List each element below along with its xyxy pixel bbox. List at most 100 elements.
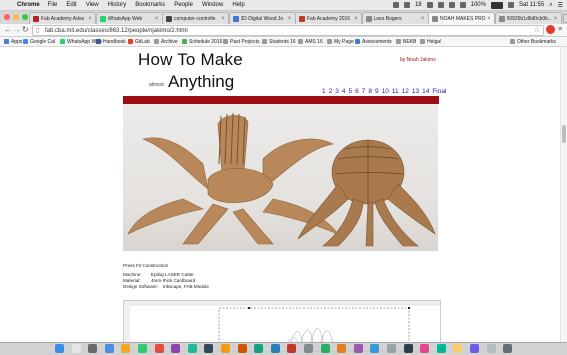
notification-center-icon[interactable]: ☰ <box>558 2 563 9</box>
bookmark-item[interactable]: GitLab <box>128 38 150 45</box>
close-tab-icon[interactable]: × <box>87 16 93 22</box>
clock[interactable]: Sat 11:55 <box>519 2 544 8</box>
dock-app-icon[interactable] <box>436 344 446 353</box>
close-tab-icon[interactable]: × <box>553 16 559 22</box>
dock-app-icon[interactable] <box>370 344 380 353</box>
bookmark-item[interactable]: Assessments <box>355 38 392 45</box>
page-link[interactable]: 3 <box>335 88 339 95</box>
page-link[interactable]: 6 <box>355 88 359 95</box>
close-tab-icon[interactable]: × <box>486 16 492 22</box>
page-link[interactable]: 12 <box>402 88 409 95</box>
flag-icon[interactable] <box>507 2 514 8</box>
close-window-button[interactable] <box>4 14 10 20</box>
page-link[interactable]: 2 <box>329 88 333 95</box>
dock-app-icon[interactable] <box>453 344 463 353</box>
wifi-icon[interactable] <box>448 2 455 8</box>
page-link[interactable]: 14 <box>422 88 429 95</box>
back-button[interactable]: ← <box>4 25 12 35</box>
dock-app-icon[interactable] <box>486 344 496 353</box>
page-link[interactable]: 1 <box>322 88 326 95</box>
dock-app-icon[interactable] <box>171 344 181 353</box>
bookmark-star-icon[interactable]: ☆ <box>534 26 540 35</box>
bookmark-item[interactable]: My Page <box>327 38 354 45</box>
notification-badge[interactable]: 18 <box>415 2 422 8</box>
minimize-window-button[interactable] <box>13 14 19 20</box>
menu-file[interactable]: File <box>48 2 58 8</box>
dock-app-icon[interactable] <box>88 344 98 353</box>
page-link[interactable]: 7 <box>362 88 366 95</box>
page-link[interactable]: 8 <box>368 88 372 95</box>
dock-app-icon[interactable] <box>420 344 430 353</box>
page-link[interactable]: Final <box>432 88 446 95</box>
bookmark-item[interactable]: BEKB <box>396 38 416 45</box>
bookmark-item[interactable]: Helga! <box>420 38 441 45</box>
dock-app-icon[interactable] <box>403 344 413 353</box>
dock-app-icon[interactable] <box>237 344 247 353</box>
page-link[interactable]: 11 <box>392 88 399 95</box>
dock-app-icon[interactable] <box>154 344 164 353</box>
bookmark-item[interactable]: Apps <box>4 38 22 45</box>
bookmark-item[interactable]: Archive <box>154 38 178 45</box>
forward-button[interactable]: → <box>13 25 21 35</box>
dock-app-icon[interactable] <box>287 344 297 353</box>
trash-icon[interactable] <box>503 344 513 353</box>
page-link[interactable]: 10 <box>382 88 389 95</box>
bookmark-item[interactable]: Past Projects <box>223 38 259 45</box>
bluetooth-icon[interactable] <box>437 2 444 8</box>
dock-app-icon[interactable] <box>337 344 347 353</box>
close-tab-icon[interactable]: × <box>287 16 293 22</box>
menu-bookmarks[interactable]: Bookmarks <box>135 2 165 8</box>
status-app-icon[interactable] <box>392 2 399 8</box>
spotlight-icon[interactable]: ⌕ <box>549 2 552 9</box>
url-text[interactable]: fab.cba.mit.edu/classes/863.12/people/nj… <box>45 28 188 34</box>
dock-app-icon[interactable] <box>353 344 363 353</box>
close-tab-icon[interactable]: × <box>353 16 359 22</box>
dock-app-icon[interactable] <box>71 344 81 353</box>
dock-app-icon[interactable] <box>121 344 131 353</box>
menu-history[interactable]: History <box>108 2 127 8</box>
page-scrollbar[interactable] <box>560 47 567 342</box>
close-tab-icon[interactable]: × <box>220 16 226 22</box>
dock-app-icon[interactable] <box>187 344 197 353</box>
dock-app-icon[interactable] <box>320 344 330 353</box>
bookmark-item[interactable]: Handbook <box>96 38 126 45</box>
bookmark-item[interactable]: AMS 16 <box>298 38 323 45</box>
dock-app-icon[interactable] <box>138 344 147 353</box>
dock-app-icon[interactable] <box>104 344 114 353</box>
scrollbar-thumb[interactable] <box>562 125 566 143</box>
menu-edit[interactable]: Edit <box>66 2 76 8</box>
dock-app-icon[interactable] <box>304 344 313 353</box>
reload-button[interactable]: ↻ <box>22 25 29 35</box>
close-tab-icon[interactable]: × <box>420 16 426 22</box>
zoom-window-button[interactable] <box>22 14 28 20</box>
page-link[interactable]: 4 <box>342 88 346 95</box>
battery-icon[interactable] <box>490 1 503 9</box>
page-link[interactable]: 9 <box>375 88 379 95</box>
status-app-icon[interactable] <box>403 2 410 8</box>
menu-people[interactable]: People <box>174 2 193 8</box>
new-tab-button[interactable] <box>563 14 567 23</box>
close-tab-icon[interactable]: × <box>154 16 160 22</box>
menu-help[interactable]: Help <box>232 2 244 8</box>
page-link[interactable]: 5 <box>349 88 353 95</box>
dock-app-icon[interactable] <box>204 344 214 353</box>
status-app-icon[interactable] <box>426 2 433 8</box>
dock-app-icon[interactable] <box>470 344 479 353</box>
app-menu-chrome[interactable]: Chrome <box>17 2 40 8</box>
page-link[interactable]: 13 <box>412 88 419 95</box>
battery-percent[interactable]: 100% <box>471 2 486 8</box>
volume-icon[interactable] <box>459 2 466 8</box>
dock-app-icon[interactable] <box>221 344 230 353</box>
dock-app-icon[interactable] <box>270 344 280 353</box>
dock-app-icon[interactable] <box>55 344 64 353</box>
menu-view[interactable]: View <box>86 2 99 8</box>
dock-app-icon[interactable] <box>254 344 264 353</box>
address-bar[interactable]: ▯ fab.cba.mit.edu/classes/863.12/people/… <box>32 25 544 36</box>
page-info-icon[interactable]: ▯ <box>36 27 42 34</box>
chrome-menu-icon[interactable]: ≡ <box>558 25 562 35</box>
bookmark-item[interactable]: Students 16 <box>262 38 296 45</box>
dock-app-icon[interactable] <box>387 344 396 353</box>
opera-extension-icon[interactable] <box>546 25 555 34</box>
bookmark-item[interactable]: Schedule 2016 <box>182 38 222 45</box>
bookmark-item[interactable]: Other Bookmarks <box>510 38 556 45</box>
